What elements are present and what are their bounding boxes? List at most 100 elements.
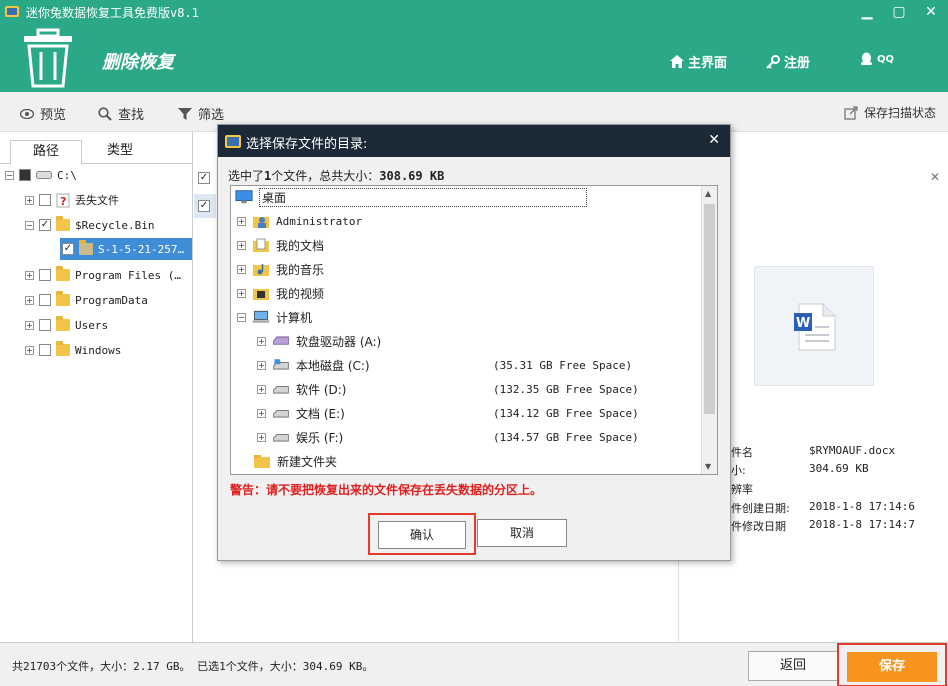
dir-item-drive-d[interactable]: + 软件 (D:) (132.35 GB Free Space) xyxy=(257,378,717,400)
expand-icon[interactable]: + xyxy=(25,320,34,330)
collapse-icon[interactable]: − xyxy=(25,220,34,230)
back-button[interactable]: 返回 xyxy=(748,651,838,681)
expand-icon[interactable]: + xyxy=(25,295,34,305)
tab-path[interactable]: 路径 xyxy=(10,140,82,165)
tree-checkbox[interactable] xyxy=(39,319,51,331)
save-directory-dialog: 选择保存文件的目录: ✕ 选中了1个文件，总共大小：308.69 KB 桌面 +… xyxy=(217,124,731,561)
home-icon xyxy=(670,55,684,68)
file-preview: W xyxy=(754,266,874,386)
tree-row-lost-files[interactable]: + ? 丢失文件 xyxy=(25,189,119,211)
tree-label: Program Files (… xyxy=(75,268,181,282)
expand-icon[interactable]: + xyxy=(237,288,246,298)
info-label: 件名 xyxy=(731,446,753,459)
close-window-button[interactable]: ✕ xyxy=(920,2,942,22)
dir-item-my-videos[interactable]: + 我的视频 xyxy=(237,282,324,304)
folder-icon xyxy=(254,455,270,468)
tree-label: S-1-5-21-257… xyxy=(98,242,185,256)
save-button[interactable]: 保存 xyxy=(847,652,937,682)
collapse-icon[interactable]: − xyxy=(237,312,246,322)
tree-checkbox[interactable] xyxy=(39,344,51,356)
tree-row-program-files[interactable]: + Program Files (… xyxy=(25,264,181,286)
dir-item-drive-f[interactable]: + 娱乐 (F:) (134.57 GB Free Space) xyxy=(257,426,717,448)
register-link[interactable]: 注册 xyxy=(766,52,810,71)
dir-label: 软盘驱动器 (A:) xyxy=(296,334,382,349)
directory-tree[interactable]: 桌面 + Administrator + 我的文档 + 我的音乐 + 我的视频 … xyxy=(230,185,718,475)
file-row[interactable] xyxy=(194,194,216,218)
app-logo-icon xyxy=(5,6,19,17)
info-label: 件创建日期: xyxy=(731,502,790,515)
maximize-button[interactable]: ▢ xyxy=(888,2,910,22)
search-label: 查找 xyxy=(118,108,145,123)
dir-item-drive-e[interactable]: + 文档 (E:) (134.12 GB Free Space) xyxy=(257,402,717,424)
folder-icon xyxy=(79,240,93,255)
tree-checkbox[interactable] xyxy=(39,294,51,306)
expand-icon[interactable]: + xyxy=(257,408,266,418)
tab-type[interactable]: 类型 xyxy=(84,140,156,165)
expand-icon[interactable]: + xyxy=(257,384,266,394)
dir-item-new-folder[interactable]: 新建文件夹 xyxy=(253,450,337,472)
close-preview-button[interactable]: ✕ xyxy=(930,170,940,184)
expand-icon[interactable]: + xyxy=(257,360,266,370)
scroll-thumb[interactable] xyxy=(704,204,715,414)
search-button[interactable]: 查找 xyxy=(98,104,144,123)
dir-label: 我的视频 xyxy=(276,286,325,301)
dir-item-floppy[interactable]: + 软盘驱动器 (A:) xyxy=(257,330,381,352)
left-tabs: 路径 类型 xyxy=(0,140,193,165)
tree-checkbox[interactable] xyxy=(39,219,51,231)
summary-size: 308.69 KB xyxy=(379,169,445,183)
tree-checkbox[interactable] xyxy=(62,243,74,255)
tree-label: C:\ xyxy=(57,168,77,182)
folder-icon xyxy=(56,266,70,281)
save-scan-label: 保存扫描状态 xyxy=(864,106,937,120)
tree-row-recycle-bin[interactable]: − $Recycle.Bin xyxy=(25,214,154,236)
tree-row-users[interactable]: + Users xyxy=(25,314,108,336)
confirm-button[interactable]: 确认 xyxy=(378,521,466,549)
filter-button[interactable]: 筛选 xyxy=(178,104,224,123)
tree-row-sid-folder[interactable]: S-1-5-21-257… xyxy=(60,238,192,260)
expand-icon[interactable]: + xyxy=(237,216,246,226)
dir-item-drive-c[interactable]: + 本地磁盘 (C:) (35.31 GB Free Space) xyxy=(257,354,717,376)
tree-root-row[interactable]: − C:\ xyxy=(5,164,77,186)
confirm-button-highlight: 确认 xyxy=(368,513,476,555)
collapse-icon[interactable]: − xyxy=(5,170,14,180)
scroll-down-icon[interactable]: ▼ xyxy=(705,462,711,471)
qq-link[interactable]: QQ xyxy=(860,52,894,66)
tree-checkbox[interactable] xyxy=(39,269,51,281)
tree-checkbox[interactable] xyxy=(39,194,51,206)
tree-row-windows[interactable]: + Windows xyxy=(25,339,121,361)
expand-icon[interactable]: + xyxy=(237,240,246,250)
expand-icon[interactable]: + xyxy=(25,195,34,205)
dialog-close-button[interactable]: ✕ xyxy=(708,132,720,148)
preview-button[interactable]: 预览 xyxy=(20,104,66,123)
save-scan-state-button[interactable]: 保存扫描状态 xyxy=(844,104,936,121)
info-label: 辨率 xyxy=(731,483,753,496)
dir-label: Administrator xyxy=(276,214,363,228)
tree-label: $Recycle.Bin xyxy=(75,218,155,232)
minimize-button[interactable]: ▁ xyxy=(856,2,878,22)
status-text: 共21703个文件，大小：2.17 GB。 已选1个文件，大小：304.69 K… xyxy=(12,660,374,673)
expand-icon[interactable]: + xyxy=(237,264,246,274)
dir-item-desktop[interactable]: 桌面 xyxy=(235,186,588,208)
file-row-checkbox[interactable] xyxy=(198,200,210,212)
key-icon xyxy=(766,54,780,69)
warning-text: 警告：请不要把恢复出来的文件保存在丢失数据的分区上。 xyxy=(230,483,543,497)
dir-item-administrator[interactable]: + Administrator xyxy=(237,210,362,232)
expand-icon[interactable]: + xyxy=(257,336,266,346)
cancel-button[interactable]: 取消 xyxy=(477,519,567,547)
expand-icon[interactable]: + xyxy=(257,432,266,442)
scroll-up-icon[interactable]: ▲ xyxy=(705,189,711,198)
dir-item-my-documents[interactable]: + 我的文档 xyxy=(237,234,324,256)
tree-scrollbar[interactable]: ▲ ▼ xyxy=(701,186,717,474)
home-link[interactable]: 主界面 xyxy=(670,52,727,71)
tree-row-programdata[interactable]: + ProgramData xyxy=(25,289,148,311)
status-bar: 共21703个文件，大小：2.17 GB。 已选1个文件，大小：304.69 K… xyxy=(0,642,948,686)
free-space: (132.35 GB Free Space) xyxy=(493,382,639,396)
dir-item-my-music[interactable]: + 我的音乐 xyxy=(237,258,324,280)
tree-checkbox[interactable] xyxy=(19,169,31,181)
select-all-checkbox[interactable] xyxy=(198,172,210,184)
expand-icon[interactable]: + xyxy=(25,270,34,280)
expand-icon[interactable]: + xyxy=(25,345,34,355)
dir-item-computer[interactable]: − 计算机 xyxy=(237,306,312,328)
documents-folder-icon xyxy=(253,238,269,252)
tree-label: 丢失文件 xyxy=(75,194,119,207)
